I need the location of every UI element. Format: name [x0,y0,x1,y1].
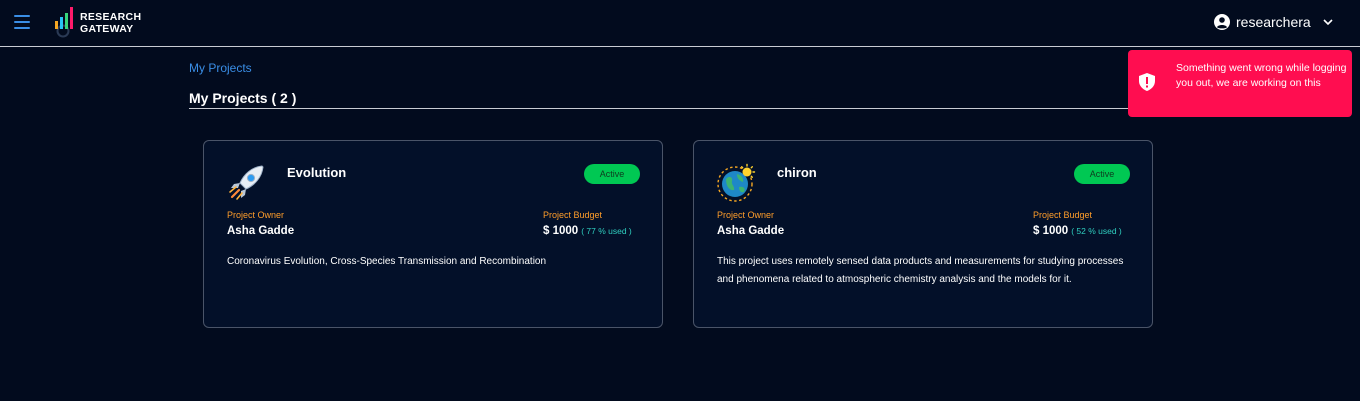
budget-used: ( 77 % used ) [581,226,632,236]
budget-used: ( 52 % used ) [1071,226,1122,236]
chevron-down-icon[interactable] [1323,18,1333,26]
top-bar: RESEARCH GATEWAY researchera [0,0,1360,47]
budget-label: Project Budget [543,210,603,220]
budget-label: Project Budget [1033,210,1093,220]
owner-value: Asha Gadde [717,225,785,237]
user-menu[interactable]: researchera [1214,14,1333,30]
toast-message: Something went wrong while logging you o… [1176,62,1347,89]
owner-value: Asha Gadde [227,225,295,237]
hamburger-menu-icon[interactable] [14,15,30,29]
title-divider [189,108,1128,109]
project-name[interactable]: chiron [777,165,817,180]
logo[interactable]: RESEARCH GATEWAY [54,7,141,39]
shield-alert-icon [1139,73,1155,91]
breadcrumb[interactable]: My Projects [189,61,252,75]
budget-value: $ 1000( 77 % used ) [543,225,632,237]
owner-label: Project Owner [717,210,775,220]
logo-text: RESEARCH GATEWAY [80,11,141,35]
user-avatar-icon [1214,14,1230,30]
project-card[interactable]: chiron Active Project Owner Asha Gadde P… [693,140,1153,328]
globe-sun-icon [717,163,756,202]
project-description: This project uses remotely sensed data p… [717,256,1124,285]
status-badge: Active [584,164,640,184]
status-badge: Active [1074,164,1130,184]
rocket-icon [229,165,264,200]
error-toast[interactable]: Something went wrong while logging you o… [1128,50,1352,117]
page-title: My Projects ( 2 ) [189,90,297,106]
project-name[interactable]: Evolution [287,165,346,180]
budget-amount: $ 1000 [543,225,579,237]
owner-label: Project Owner [227,210,285,220]
logo-bars-icon [55,7,73,38]
budget-value: $ 1000( 52 % used ) [1033,225,1122,237]
budget-amount: $ 1000 [1033,225,1069,237]
logo-line1: RESEARCH [80,11,142,23]
username: researchera [1236,14,1311,30]
logo-line2: GATEWAY [80,23,134,35]
project-description: Coronavirus Evolution, Cross-Species Tra… [227,256,547,267]
project-card[interactable]: Evolution Active Project Owner Asha Gadd… [203,140,663,328]
